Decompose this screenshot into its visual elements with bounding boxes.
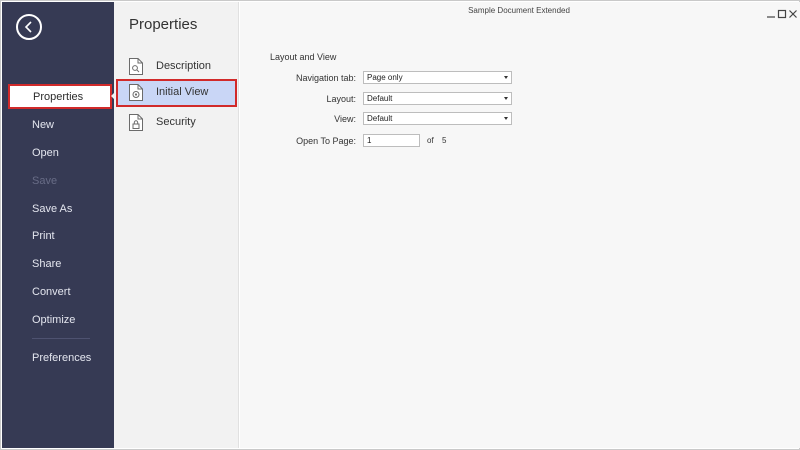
content-area: Sample Document Extended Layout and View…	[240, 2, 800, 448]
minimize-icon[interactable]	[766, 6, 776, 18]
properties-item-initial-view[interactable]: Initial View	[116, 79, 237, 107]
sidebar-item-optimize[interactable]: Optimize	[32, 314, 75, 326]
layout-select[interactable]: Default	[363, 92, 512, 105]
window-title: Sample Document Extended	[468, 6, 570, 15]
sidebar-item-preferences[interactable]: Preferences	[32, 352, 91, 364]
sidebar-item-properties[interactable]: Properties	[8, 84, 112, 109]
properties-item-description[interactable]: Description	[116, 53, 237, 81]
navigation-tab-select[interactable]: Page only	[363, 71, 512, 84]
document-search-icon	[128, 57, 144, 81]
back-arrow-icon[interactable]	[16, 14, 42, 40]
navigation-tab-value: Page only	[367, 73, 403, 82]
properties-item-label: Initial View	[156, 86, 209, 98]
file-menu-sidebar: Properties New Open Save Save As Print S…	[2, 2, 114, 448]
open-to-page-input[interactable]: 1	[363, 134, 420, 147]
properties-item-security[interactable]: Security	[116, 109, 237, 137]
section-title: Layout and View	[270, 52, 337, 62]
properties-panel: Properties Description Initial View Secu…	[114, 2, 239, 448]
document-lock-icon	[128, 113, 144, 137]
app-window: Properties New Open Save Save As Print S…	[0, 0, 800, 450]
navigation-tab-label: Navigation tab:	[295, 73, 356, 83]
sidebar-divider	[32, 338, 90, 339]
view-value: Default	[367, 114, 393, 123]
layout-label: Layout:	[326, 94, 356, 104]
properties-item-label: Security	[156, 116, 196, 128]
layout-value: Default	[367, 94, 393, 103]
total-pages: 5	[442, 136, 447, 145]
sidebar-item-open[interactable]: Open	[32, 147, 59, 159]
sidebar-item-label: Properties	[33, 91, 84, 103]
panel-title: Properties	[129, 16, 198, 33]
open-to-page-label: Open To Page:	[296, 136, 356, 146]
properties-item-label: Description	[156, 60, 212, 72]
chevron-down-icon	[504, 117, 508, 120]
view-select[interactable]: Default	[363, 112, 512, 125]
chevron-down-icon	[504, 76, 508, 79]
sidebar-item-share[interactable]: Share	[32, 258, 61, 270]
of-label: of	[427, 136, 434, 145]
sidebar-item-save-as[interactable]: Save As	[32, 203, 72, 215]
sidebar-item-print[interactable]: Print	[32, 230, 55, 242]
sidebar-item-new[interactable]: New	[32, 119, 54, 131]
document-view-icon	[128, 83, 144, 107]
close-icon[interactable]	[788, 6, 798, 18]
view-label: View:	[334, 114, 356, 124]
chevron-down-icon	[504, 97, 508, 100]
sidebar-item-convert[interactable]: Convert	[32, 286, 71, 298]
sidebar-item-save: Save	[32, 175, 58, 187]
maximize-icon[interactable]	[777, 6, 787, 19]
